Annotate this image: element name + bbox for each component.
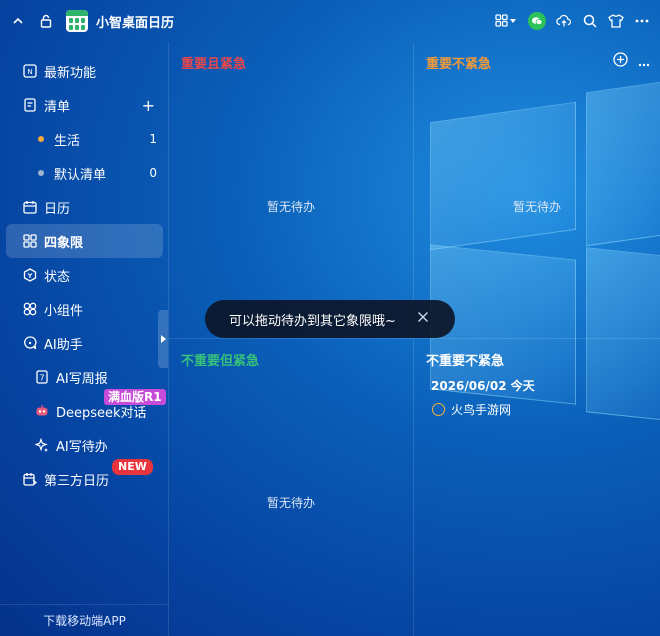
quadrant-title: 不重要但紧急	[181, 354, 260, 369]
sidebar-item-label: 默认清单	[54, 167, 107, 183]
svg-text:N: N	[27, 68, 32, 76]
app-title: 小智桌面日历	[96, 15, 175, 31]
quadrant-important-not-urgent[interactable]: 重要不紧急 暂无待办	[414, 42, 660, 339]
calendar-icon	[22, 199, 38, 215]
title-bar: 小智桌面日历	[0, 0, 660, 42]
todo-item[interactable]: 火鸟手游网	[432, 401, 511, 418]
sidebar-item-ai-assistant[interactable]: AI助手	[6, 326, 163, 360]
sidebar-item-status[interactable]: 状态	[6, 258, 163, 292]
close-icon[interactable]	[417, 311, 429, 327]
weekly-report-icon: 7	[34, 369, 50, 385]
drag-hint-toast: 可以拖动待办到其它象限哦~	[205, 300, 455, 338]
lock-icon[interactable]	[38, 13, 54, 29]
sidebar-item-label: 清单	[44, 99, 71, 115]
sidebar-collapse-handle[interactable]	[158, 310, 168, 368]
sidebar-item-life[interactable]: 生活 1	[6, 122, 163, 156]
apps-grid-icon[interactable]	[494, 13, 518, 29]
cloud-upload-icon[interactable]	[556, 13, 572, 29]
empty-state-text: 暂无待办	[512, 200, 561, 214]
calendar-sync-icon	[22, 471, 38, 487]
deepseek-badge: 满血版R1	[104, 389, 166, 405]
sidebar-item-label: 小组件	[44, 303, 84, 319]
ai-assistant-icon	[22, 335, 38, 351]
sidebar-item-label: AI助手	[44, 337, 83, 353]
list-color-dot	[38, 170, 44, 176]
svg-text:7: 7	[39, 374, 44, 383]
app-logo	[66, 10, 88, 32]
tshirt-icon[interactable]	[608, 13, 624, 29]
sidebar-item-label: 第三方日历	[44, 473, 110, 489]
item-count: 1	[149, 132, 157, 146]
add-todo-icon[interactable]	[613, 52, 628, 71]
quadrant-important-urgent[interactable]: 重要且紧急 暂无待办	[169, 42, 414, 339]
todo-checkbox[interactable]	[432, 403, 445, 416]
toast-message: 可以拖动待办到其它象限哦~	[229, 313, 396, 329]
sidebar-item-calendar[interactable]: 日历	[6, 190, 163, 224]
more-icon[interactable]	[638, 52, 650, 71]
sidebar-item-label: AI写周报	[56, 371, 108, 387]
quadrant-title: 重要且紧急	[181, 57, 247, 72]
add-list-icon[interactable]: +	[142, 96, 155, 115]
sidebar-item-label: 最新功能	[44, 65, 97, 81]
empty-state-text: 暂无待办	[266, 496, 315, 510]
sidebar-item-lists[interactable]: 清单 +	[6, 88, 163, 122]
sidebar-item-default-list[interactable]: 默认清单 0	[6, 156, 163, 190]
status-icon	[22, 267, 38, 283]
download-mobile-app-link[interactable]: 下载移动端APP	[0, 604, 169, 636]
new-badge: NEW	[112, 459, 153, 475]
empty-state-text: 暂无待办	[266, 200, 315, 214]
sidebar-item-quadrants[interactable]: 四象限	[6, 224, 163, 258]
sidebar: N 最新功能 清单 + 生活 1 默认清单 0 日历 四象限 状态 小组件 AI…	[0, 42, 169, 636]
sidebar-item-label: 四象限	[44, 235, 84, 251]
item-count: 0	[149, 166, 157, 180]
quadrant-not-important-urgent[interactable]: 不重要但紧急 暂无待办	[169, 339, 414, 636]
quadrant-title: 不重要不紧急	[426, 354, 505, 369]
wechat-icon[interactable]	[528, 12, 546, 30]
sidebar-item-label: 日历	[44, 201, 71, 217]
todo-label: 火鸟手游网	[451, 403, 512, 417]
quadrant-title: 重要不紧急	[426, 57, 492, 72]
sidebar-item-label: AI写待办	[56, 439, 108, 455]
sidebar-item-whats-new[interactable]: N 最新功能	[6, 54, 163, 88]
list-icon	[22, 97, 38, 113]
quadrant-not-important-not-urgent[interactable]: 不重要不紧急 2026/06/02 今天 火鸟手游网	[414, 339, 660, 636]
search-icon[interactable]	[582, 13, 598, 29]
deepseek-robot-icon	[34, 403, 50, 419]
new-feature-icon: N	[22, 63, 38, 79]
widgets-icon	[22, 301, 38, 317]
sidebar-item-ai-write-todo[interactable]: AI写待办	[6, 428, 163, 462]
chevron-up-icon[interactable]	[10, 13, 26, 29]
sidebar-item-widgets[interactable]: 小组件	[6, 292, 163, 326]
sidebar-item-label: 生活	[54, 133, 81, 149]
date-group-header: 2026/06/02 今天	[431, 379, 535, 393]
sidebar-item-label: 状态	[44, 269, 71, 285]
sparkle-icon	[34, 437, 50, 453]
list-color-dot	[38, 136, 44, 142]
more-icon[interactable]	[634, 13, 650, 29]
quadrant-icon	[22, 233, 38, 249]
